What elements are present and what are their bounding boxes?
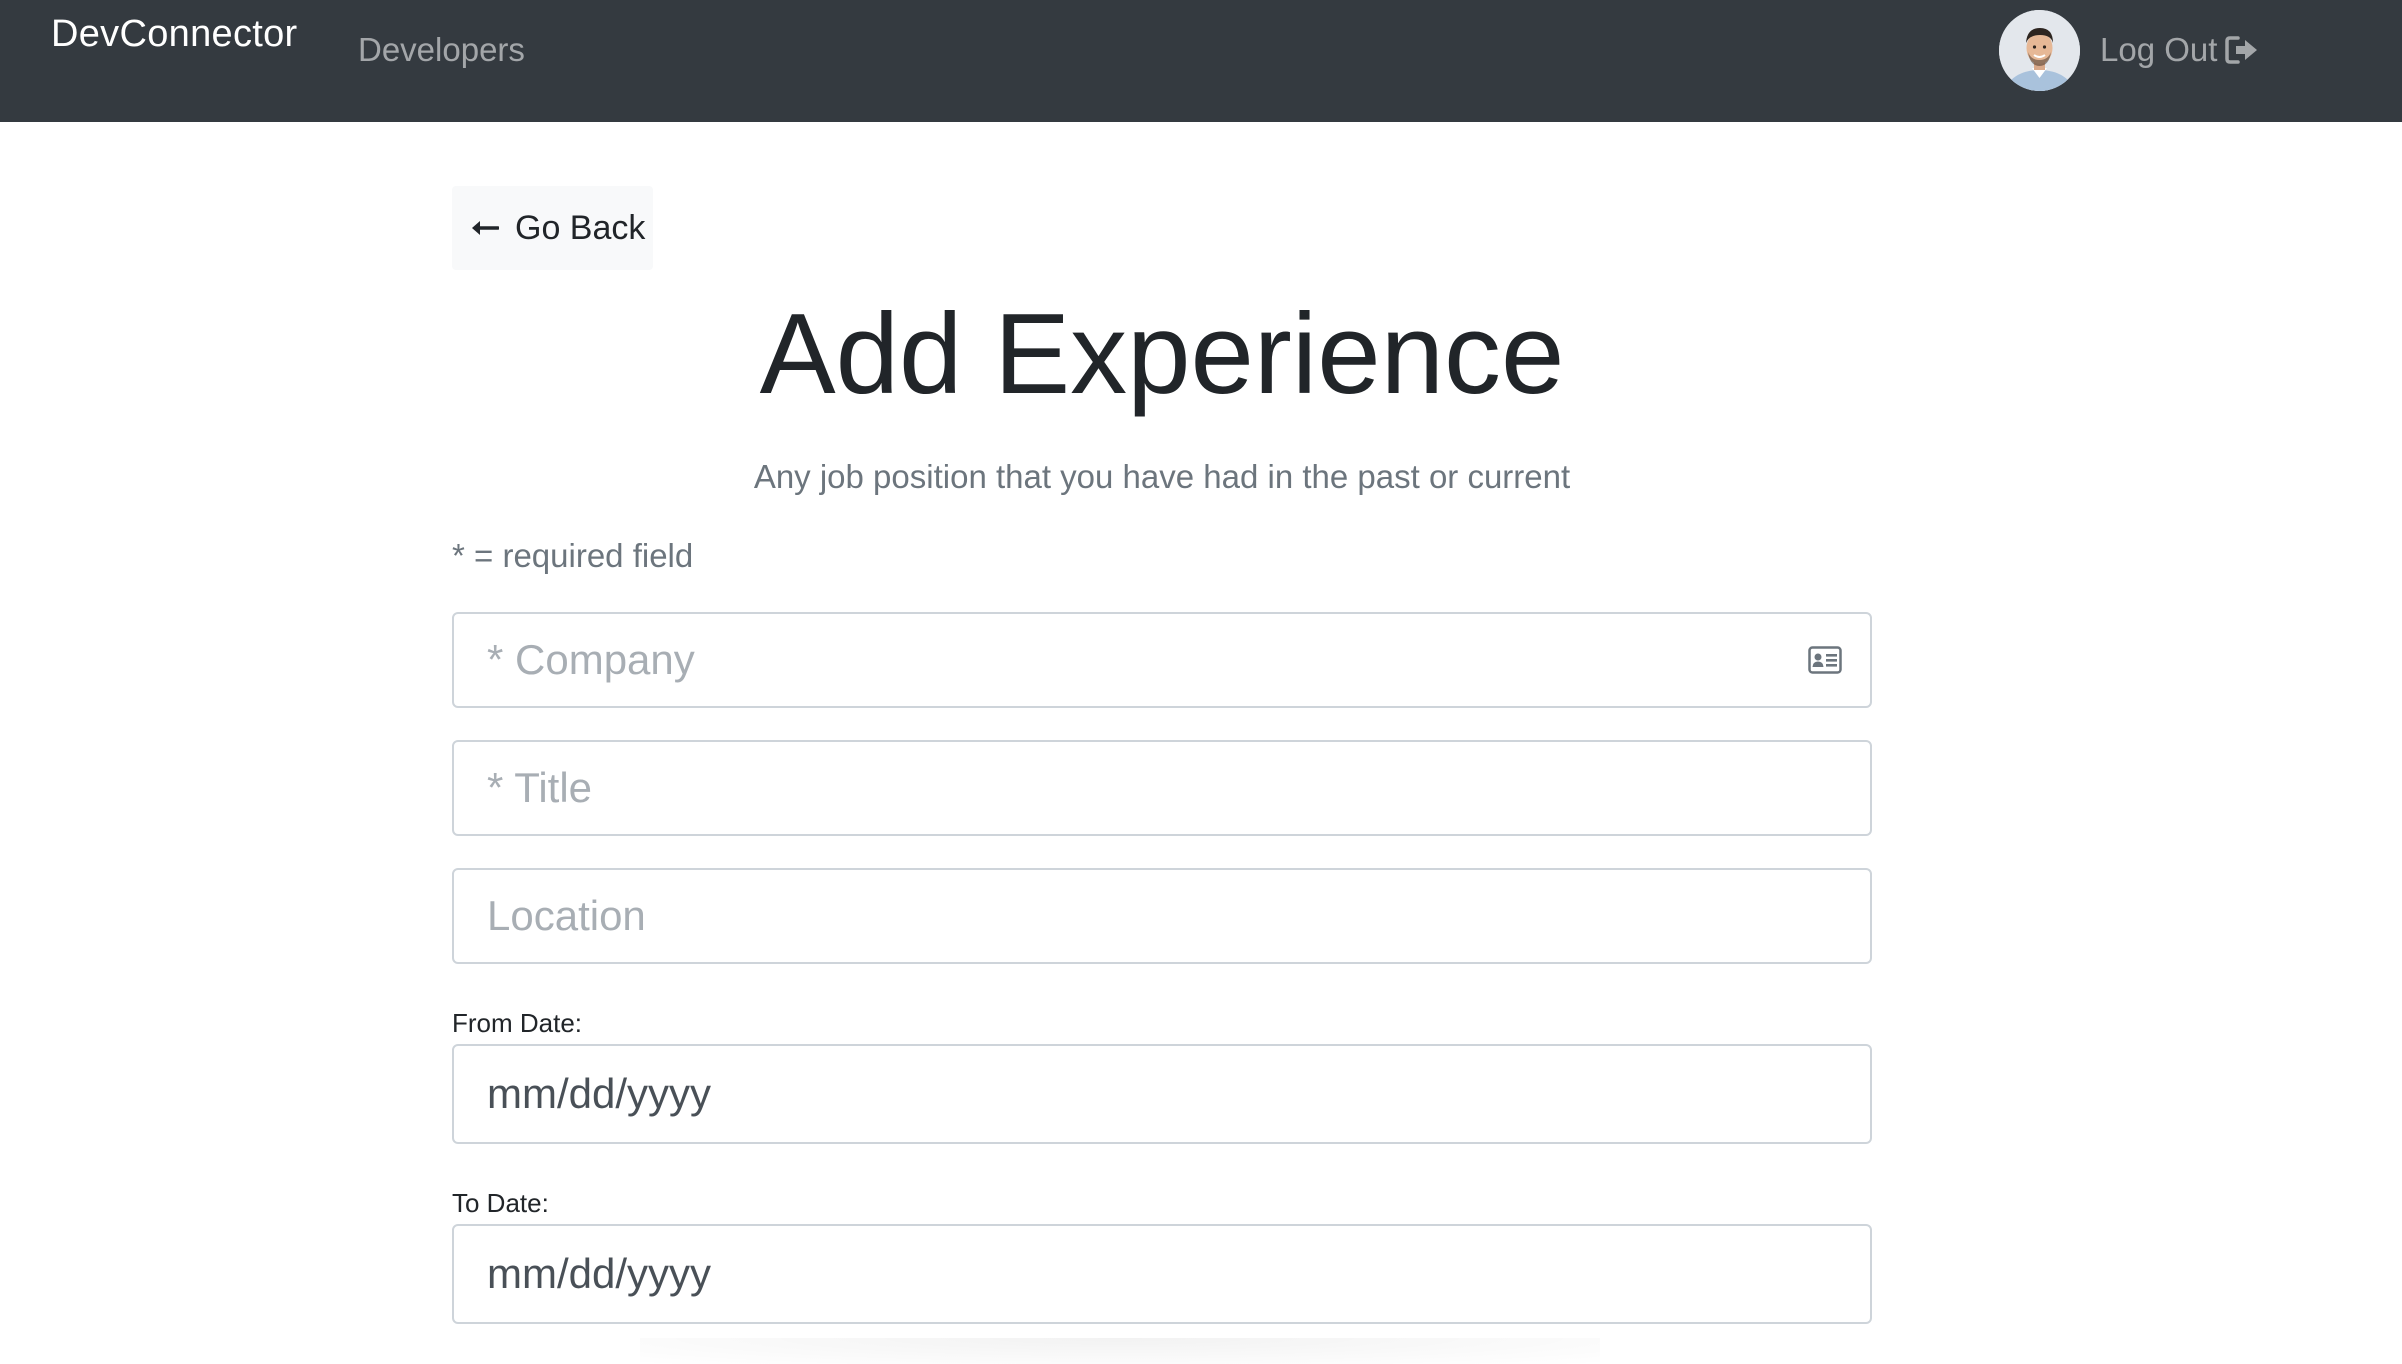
logout-label: Log Out	[2100, 31, 2218, 68]
user-avatar[interactable]	[1999, 10, 2080, 91]
title-field	[452, 740, 1872, 836]
id-card-icon	[1808, 646, 1842, 674]
from-date-label: From Date:	[452, 1008, 583, 1038]
page-lead: Any job position that you have had in th…	[753, 458, 1571, 495]
page-title: Add Experience	[759, 291, 1565, 418]
to-date-input[interactable]: mm/dd/yyyy	[452, 1224, 1872, 1324]
avatar-image	[1999, 10, 2080, 91]
to-date-label: To Date:	[452, 1188, 549, 1218]
location-input[interactable]	[454, 870, 1870, 962]
company-input[interactable]	[454, 614, 1870, 706]
required-field-note: * = required field	[452, 537, 694, 574]
from-date-value: mm/dd/yyyy	[487, 1070, 712, 1117]
title-input[interactable]	[454, 742, 1870, 834]
to-date-value: mm/dd/yyyy	[487, 1250, 712, 1297]
go-back-button[interactable]: Go Back	[452, 186, 653, 270]
from-date-input[interactable]: mm/dd/yyyy	[452, 1044, 1872, 1144]
sign-out-icon	[2225, 36, 2258, 64]
form-bottom-shadow	[640, 1338, 1600, 1364]
arrow-left-icon	[472, 221, 499, 235]
brand-link[interactable]: DevConnector	[51, 10, 298, 58]
nav-link-developers[interactable]: Developers	[358, 28, 525, 72]
go-back-label: Go Back	[515, 208, 646, 247]
company-field	[452, 612, 1872, 708]
navbar: DevConnector Developers Log Out	[0, 0, 2402, 122]
logout-link[interactable]: Log Out	[2100, 28, 2259, 72]
location-field	[452, 868, 1872, 964]
